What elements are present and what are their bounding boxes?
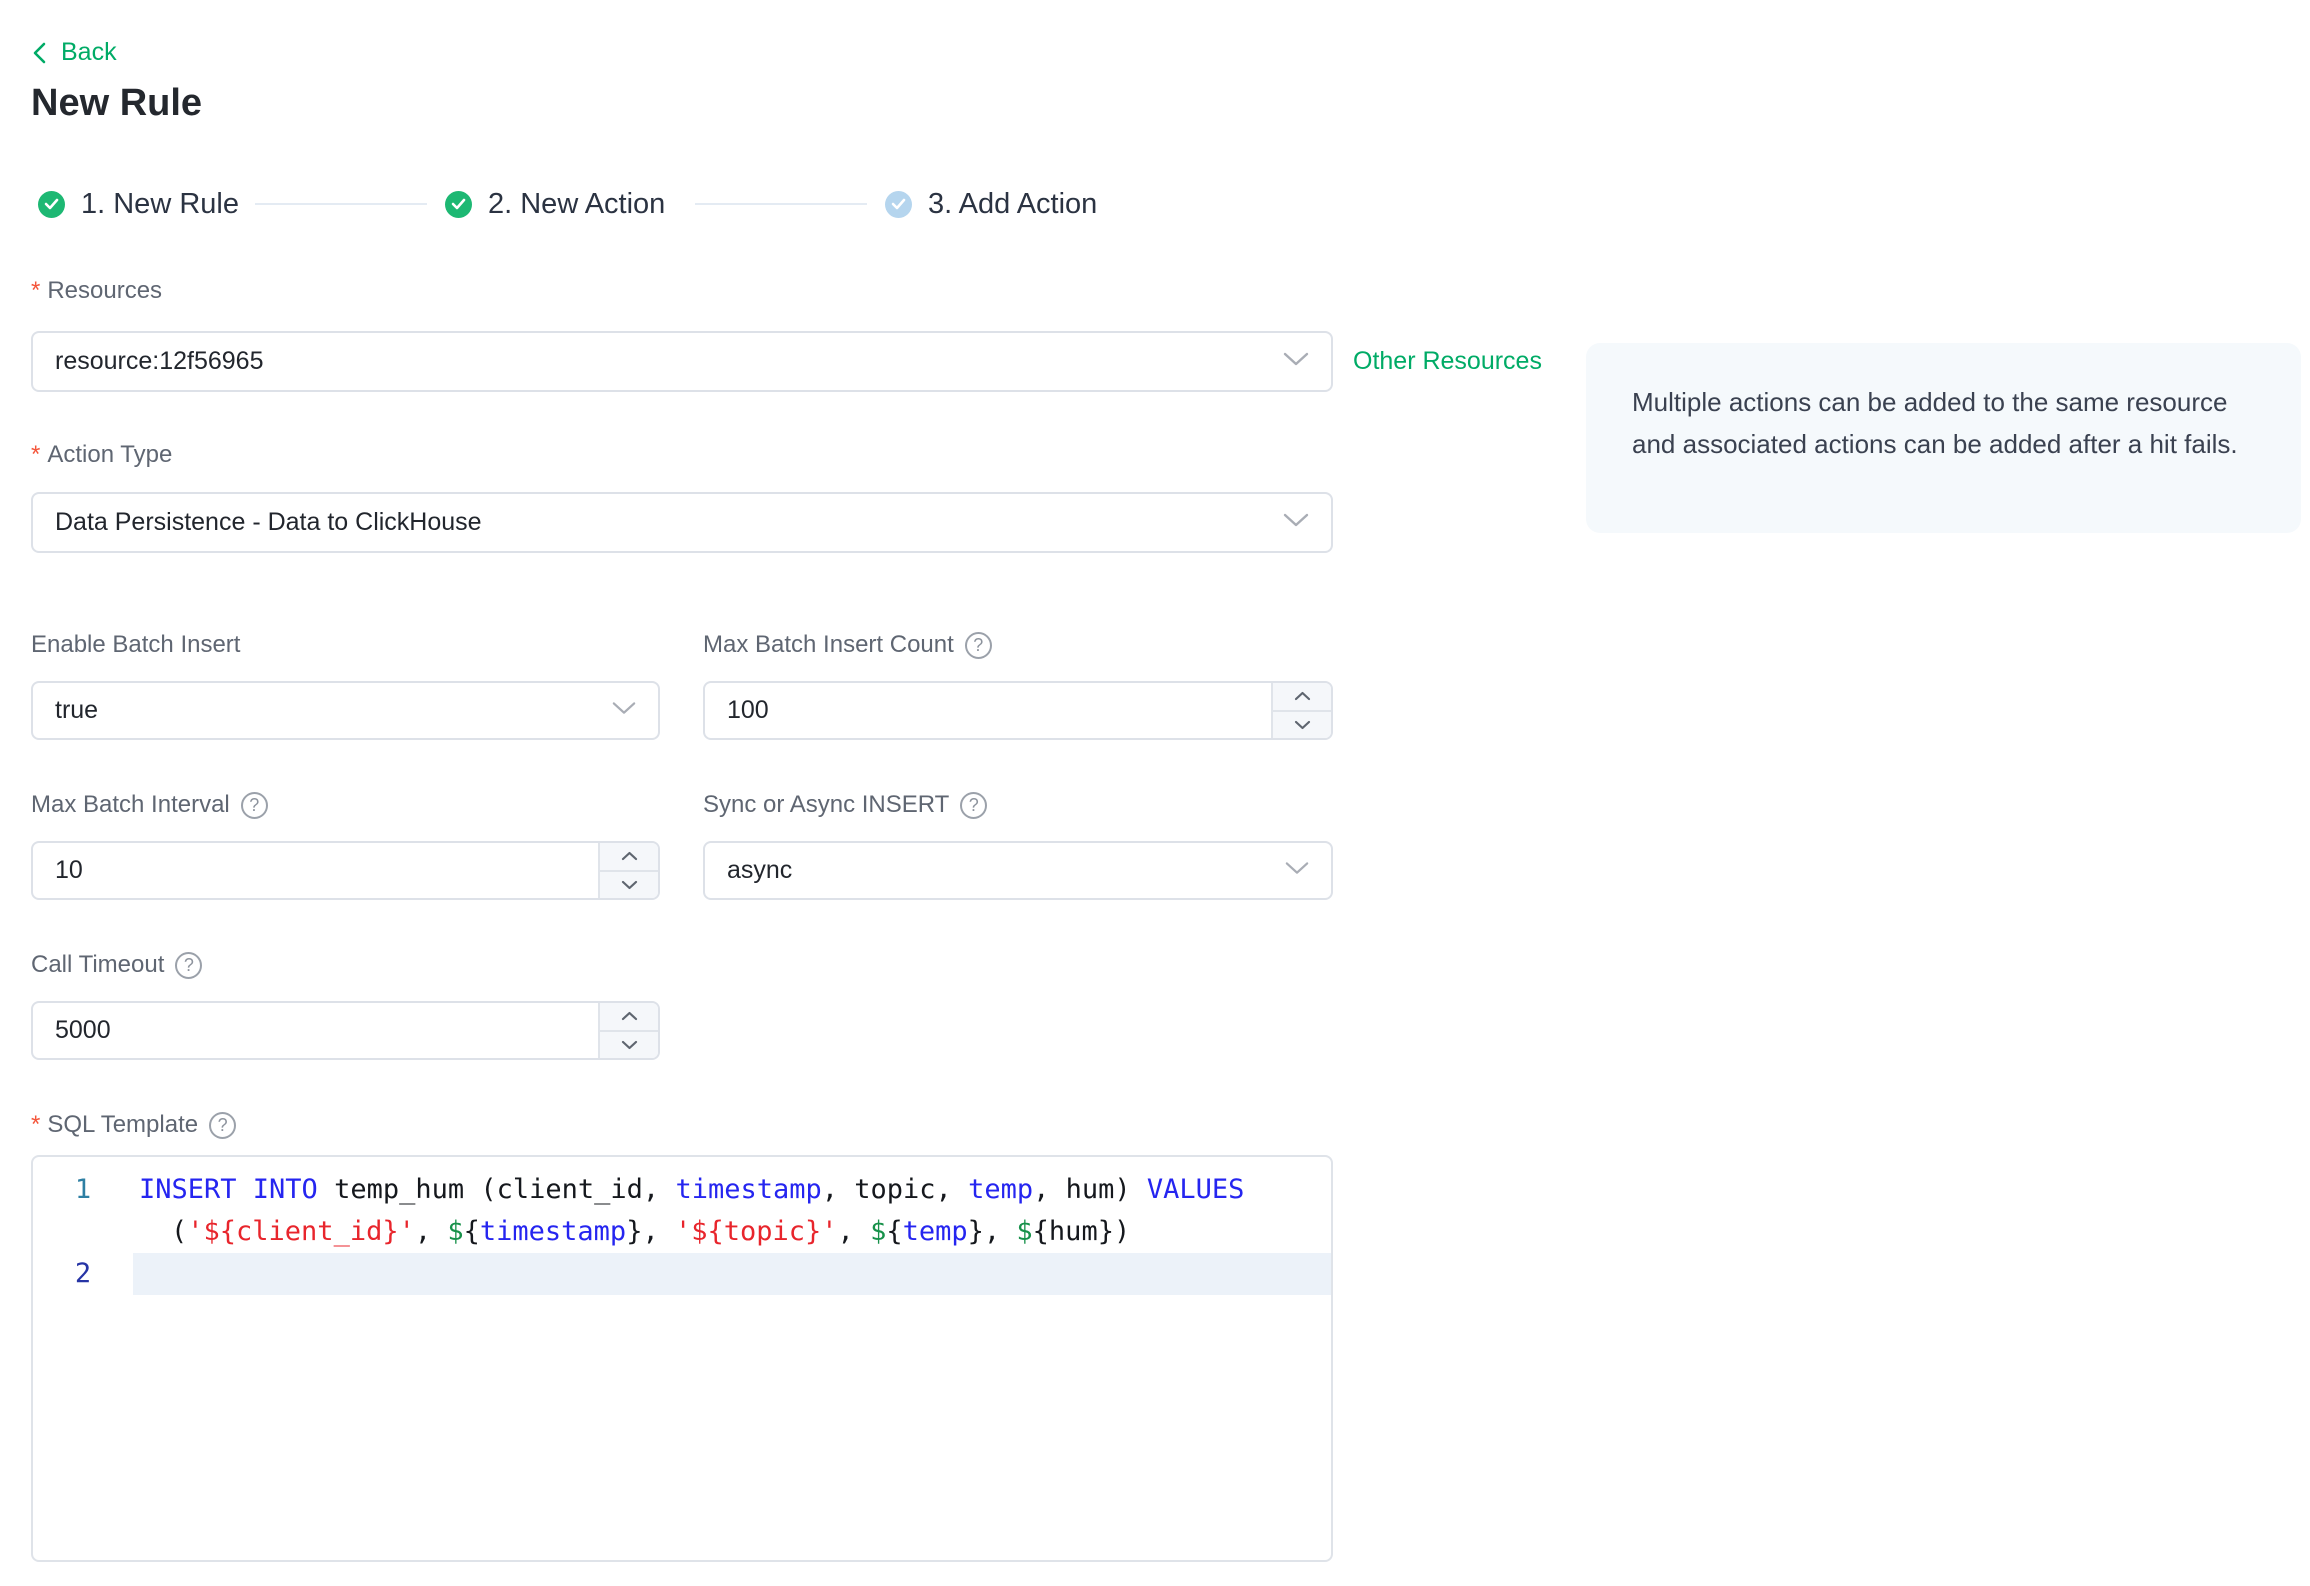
back-link[interactable]: Back bbox=[31, 38, 117, 67]
chevron-down-icon bbox=[1283, 352, 1309, 372]
action-type-select-value: Data Persistence - Data to ClickHouse bbox=[55, 508, 482, 536]
max-batch-count-input[interactable] bbox=[703, 681, 1333, 740]
code-line[interactable]: 2 bbox=[33, 1253, 1331, 1295]
increase-button[interactable] bbox=[600, 1003, 658, 1032]
decrease-button[interactable] bbox=[1273, 711, 1331, 738]
max-batch-count-label: Max Batch Insert Count ? bbox=[703, 630, 992, 660]
help-icon[interactable]: ? bbox=[240, 791, 268, 819]
line-number: 1 bbox=[74, 1174, 92, 1205]
help-icon[interactable]: ? bbox=[175, 951, 203, 979]
help-icon[interactable]: ? bbox=[964, 631, 992, 659]
line-number bbox=[33, 1211, 133, 1253]
enable-batch-select-value: true bbox=[55, 696, 99, 724]
enable-batch-select[interactable]: true bbox=[31, 681, 660, 740]
increase-button[interactable] bbox=[600, 843, 658, 872]
new-rule-page: Back New Rule 1. New Rule 2. New Action 3.… bbox=[0, 0, 2310, 1586]
resources-select[interactable]: resource:12f56965 bbox=[31, 331, 1333, 392]
sync-async-select[interactable]: async bbox=[703, 841, 1333, 900]
help-icon[interactable]: ? bbox=[209, 1111, 237, 1139]
required-mark: * bbox=[31, 1111, 41, 1138]
number-spinner bbox=[598, 843, 658, 898]
chevron-left-icon bbox=[31, 41, 48, 65]
call-timeout-label: Call Timeout ? bbox=[31, 950, 203, 980]
step-connector bbox=[695, 203, 867, 205]
required-mark: * bbox=[31, 441, 41, 468]
chevron-down-icon bbox=[1285, 861, 1309, 880]
max-batch-count-field bbox=[703, 681, 1333, 740]
sql-editor-lines: 1 INSERT INTO temp_hum (client_id, timest… bbox=[33, 1169, 1331, 1295]
decrease-button[interactable] bbox=[600, 871, 658, 898]
call-timeout-field bbox=[31, 1001, 660, 1060]
check-circle-icon bbox=[38, 190, 65, 218]
step-item-1[interactable]: 1. New Rule bbox=[38, 188, 239, 220]
number-spinner bbox=[598, 1003, 658, 1058]
increase-button[interactable] bbox=[1273, 683, 1331, 712]
max-batch-interval-label: Max Batch Interval ? bbox=[31, 790, 268, 820]
check-circle-pending-icon bbox=[885, 190, 912, 218]
info-box: Multiple actions can be added to the sam… bbox=[1586, 343, 2301, 533]
sql-template-label: * SQL Template ? bbox=[31, 1110, 237, 1140]
max-batch-interval-field bbox=[31, 841, 660, 900]
action-type-label: * Action Type bbox=[31, 441, 173, 468]
step-item-2[interactable]: 2. New Action bbox=[445, 188, 665, 220]
enable-batch-label: Enable Batch Insert bbox=[31, 631, 241, 658]
code-text: ('${client_id}', ${timestamp}, '${topic}… bbox=[171, 1216, 1131, 1247]
back-label: Back bbox=[61, 38, 117, 66]
action-type-select[interactable]: Data Persistence - Data to ClickHouse bbox=[31, 492, 1333, 553]
chevron-down-icon bbox=[1283, 513, 1309, 533]
line-number: 2 bbox=[74, 1258, 92, 1289]
steps-bar: 1. New Rule 2. New Action 3. Add Action bbox=[31, 188, 1311, 220]
code-text bbox=[133, 1253, 1331, 1295]
code-line[interactable]: 1 INSERT INTO temp_hum (client_id, timest… bbox=[33, 1169, 1331, 1211]
sync-async-select-value: async bbox=[727, 856, 793, 884]
max-batch-interval-input[interactable] bbox=[31, 841, 660, 900]
sync-async-label: Sync or Async INSERT ? bbox=[703, 790, 988, 820]
check-circle-icon bbox=[445, 190, 472, 218]
page-title: New Rule bbox=[31, 82, 203, 124]
sql-template-editor[interactable]: 1 INSERT INTO temp_hum (client_id, timest… bbox=[31, 1155, 1333, 1562]
step-item-3[interactable]: 3. Add Action bbox=[885, 188, 1097, 220]
code-text: INSERT INTO temp_hum (client_id, timesta… bbox=[139, 1174, 1245, 1205]
resources-select-value: resource:12f56965 bbox=[55, 347, 264, 375]
call-timeout-input[interactable] bbox=[31, 1001, 660, 1060]
resources-label: * Resources bbox=[31, 277, 163, 304]
step-connector bbox=[255, 203, 427, 205]
chevron-down-icon bbox=[612, 701, 636, 720]
step-label: 1. New Rule bbox=[81, 187, 239, 220]
step-label: 3. Add Action bbox=[928, 187, 1098, 220]
code-line[interactable]: ('${client_id}', ${timestamp}, '${topic}… bbox=[33, 1211, 1331, 1253]
number-spinner bbox=[1271, 683, 1331, 738]
other-resources-link[interactable]: Other Resources bbox=[1353, 347, 1542, 376]
step-label: 2. New Action bbox=[488, 187, 666, 220]
decrease-button[interactable] bbox=[600, 1031, 658, 1058]
required-mark: * bbox=[31, 277, 41, 304]
help-icon[interactable]: ? bbox=[960, 791, 988, 819]
